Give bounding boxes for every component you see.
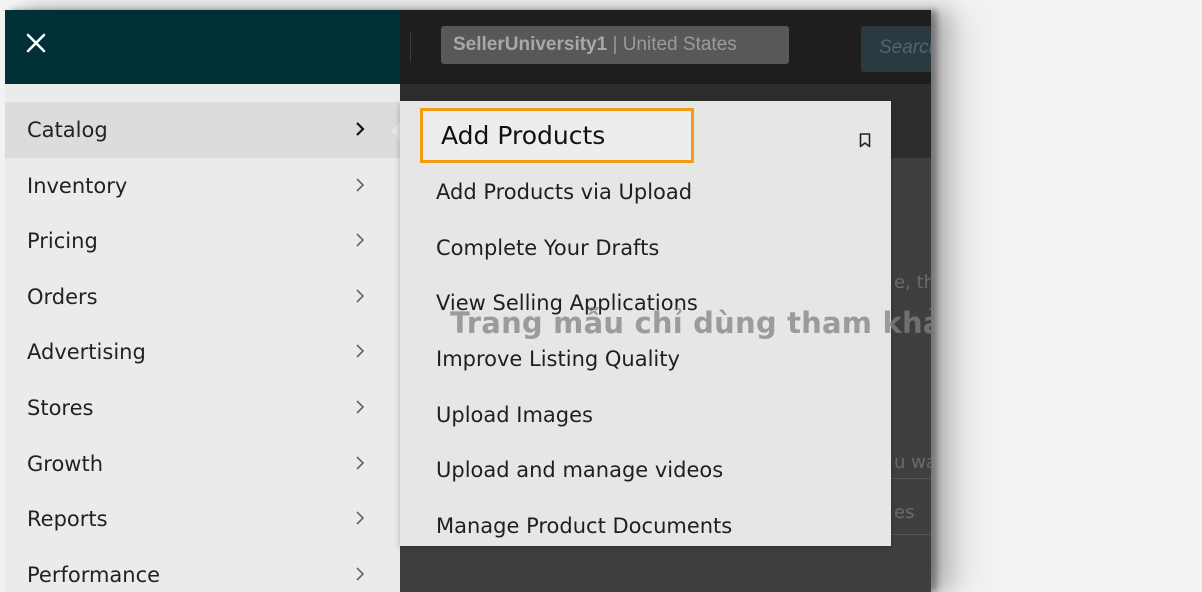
account-region: United States — [622, 34, 737, 55]
menu-item-pricing[interactable]: Pricing — [5, 213, 400, 269]
background-text-fragment: e, th — [894, 272, 931, 293]
search-input[interactable]: Search — [861, 26, 931, 72]
bookmark-icon[interactable] — [859, 133, 871, 148]
background-text-fragment: u wa — [894, 452, 931, 473]
menu-item-label: Advertising — [27, 340, 146, 365]
watermark-text: Trang mẫu chỉ dùng tham khảo — [450, 306, 931, 340]
submenu-item-complete-drafts[interactable]: Complete Your Drafts — [436, 236, 659, 260]
chevron-right-icon — [356, 178, 365, 192]
chevron-right-icon — [356, 122, 365, 136]
account-separator: | — [607, 34, 623, 55]
menu-item-performance[interactable]: Performance — [5, 547, 400, 592]
account-store-name: SellerUniversity1 — [453, 34, 608, 55]
menu-item-label: Catalog — [27, 118, 108, 142]
menu-item-stores[interactable]: Stores — [5, 380, 400, 436]
close-icon[interactable] — [25, 32, 47, 54]
chevron-right-icon — [356, 455, 365, 470]
app-window: SellerUniversity1 | United States Search… — [5, 10, 931, 592]
menu-item-label: Pricing — [27, 229, 98, 254]
menu-item-label: Reports — [27, 507, 108, 532]
background-text-fragment: es — [894, 502, 915, 523]
navigation-drawer: Catalog Inventory Pricing Orders Adverti… — [5, 10, 400, 592]
menu-item-growth[interactable]: Growth — [5, 436, 400, 492]
chevron-right-icon — [356, 289, 365, 303]
submenu-item-manage-product-documents[interactable]: Manage Product Documents — [436, 514, 732, 538]
menu-item-advertising[interactable]: Advertising — [5, 324, 400, 380]
menu-item-label: Stores — [27, 395, 94, 420]
menu-item-label: Performance — [27, 562, 161, 587]
background-divider — [890, 534, 931, 535]
account-switcher[interactable]: SellerUniversity1 | United States — [441, 26, 789, 64]
submenu-item-upload-manage-videos[interactable]: Upload and manage videos — [436, 458, 723, 482]
menu-item-reports[interactable]: Reports — [5, 491, 400, 547]
menu-item-catalog[interactable]: Catalog — [5, 102, 400, 158]
chevron-right-icon — [356, 344, 365, 358]
menu-item-label: Inventory — [27, 173, 128, 198]
drawer-menu: Catalog Inventory Pricing Orders Adverti… — [5, 102, 400, 592]
header-divider — [410, 32, 411, 62]
background-divider — [890, 478, 931, 479]
submenu-item-label: Add Products — [441, 121, 606, 150]
chevron-right-icon — [356, 567, 365, 581]
submenu-item-upload-images[interactable]: Upload Images — [436, 403, 593, 427]
chevron-right-icon — [356, 400, 365, 414]
submenu-item-improve-listing-quality[interactable]: Improve Listing Quality — [436, 347, 680, 371]
chevron-right-icon — [356, 511, 365, 525]
drawer-header — [5, 10, 400, 84]
menu-item-label: Growth — [27, 451, 104, 476]
menu-item-orders[interactable]: Orders — [5, 269, 400, 325]
submenu-item-add-products[interactable]: Add Products — [420, 108, 694, 163]
chevron-right-icon — [356, 233, 365, 247]
menu-item-label: Orders — [27, 284, 98, 309]
menu-item-inventory[interactable]: Inventory — [5, 158, 400, 214]
submenu-item-add-products-via-upload[interactable]: Add Products via Upload — [436, 180, 692, 204]
